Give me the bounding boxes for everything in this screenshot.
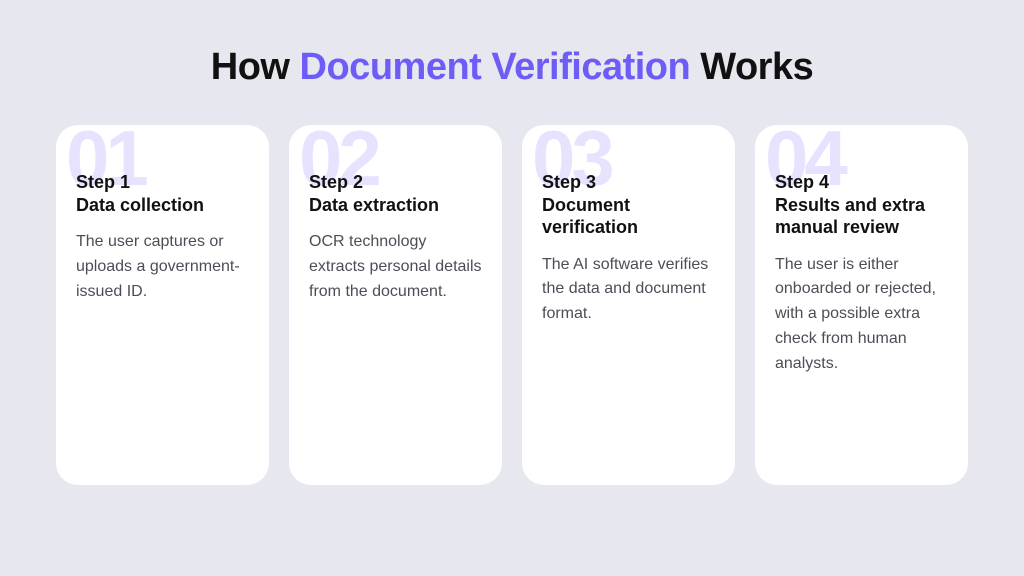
step-title: Results and extra manual review: [775, 194, 948, 239]
title-post: Works: [690, 46, 813, 88]
step-card-2: 02 Step 2 Data extraction OCR technology…: [289, 125, 502, 485]
step-desc: The user captures or uploads a governmen…: [76, 230, 249, 304]
step-label: Step 1: [76, 171, 249, 194]
step-desc: OCR technology extracts personal details…: [309, 230, 482, 304]
step-card-3: 03 Step 3 Document verification The AI s…: [522, 125, 735, 485]
step-label: Step 4: [775, 171, 948, 194]
step-title: Data extraction: [309, 194, 482, 217]
title-accent: Document Verification: [300, 46, 691, 88]
step-desc: The AI software verifies the data and do…: [542, 253, 715, 327]
step-label: Step 3: [542, 171, 715, 194]
step-label: Step 2: [309, 171, 482, 194]
step-card-4: 04 Step 4 Results and extra manual revie…: [755, 125, 968, 485]
title-pre: How: [211, 46, 300, 88]
step-desc: The user is either onboarded or rejected…: [775, 253, 948, 377]
step-title: Document verification: [542, 194, 715, 239]
steps-row: 01 Step 1 Data collection The user captu…: [56, 125, 968, 485]
step-card-1: 01 Step 1 Data collection The user captu…: [56, 125, 269, 485]
page-title: How Document Verification Works: [211, 46, 814, 89]
step-title: Data collection: [76, 194, 249, 217]
